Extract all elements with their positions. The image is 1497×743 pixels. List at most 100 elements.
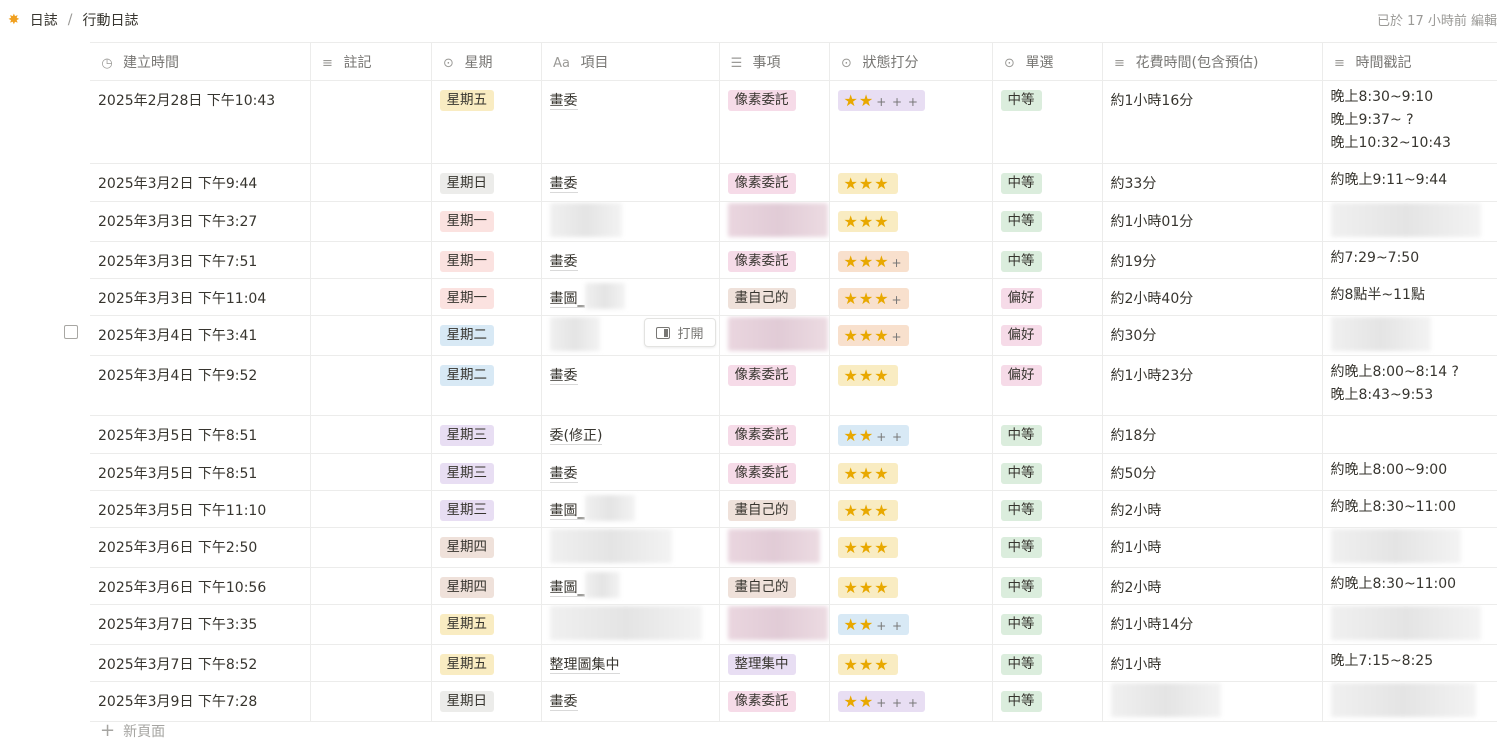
breadcrumb-root[interactable]: 日誌	[30, 10, 58, 30]
cell-matter[interactable]: 整理集中	[719, 644, 830, 682]
cell-spent[interactable]: 約1小時01分	[1102, 201, 1323, 242]
table-row[interactable]: 2025年3月3日 下午11:04 星期一 畫圖_ 畫自己的 ★★★ + 偏好 約2小時40分…	[90, 278, 1497, 316]
cell-item[interactable]: 畫委	[541, 681, 720, 722]
table-row[interactable]: 2025年3月6日 下午10:56 星期四 畫圖_ 畫自己的 ★★★ 中等 約2小時 約晚上8…	[90, 567, 1497, 605]
cell-status[interactable]: ★★ + +	[829, 415, 993, 454]
cell-created[interactable]: 2025年2月28日 下午10:43	[90, 80, 311, 164]
table-row[interactable]: 2025年3月4日 下午3:41 星期二 ★★★ + 偏好 約30分	[90, 315, 1497, 356]
cell-matter[interactable]	[719, 604, 830, 645]
cell-item[interactable]: 委(修正)	[541, 415, 720, 454]
cell-weekday[interactable]: 星期三	[431, 453, 542, 491]
cell-stamp[interactable]: 晚上8:30~9:10 晚上9:37~ ? 晚上10:32~10:43	[1322, 80, 1497, 164]
column-header-spent[interactable]: ≡ 花費時間(包含預估)	[1102, 42, 1323, 81]
cell-weekday[interactable]: 星期三	[431, 490, 542, 528]
table-row[interactable]: 2025年3月6日 下午2:50 星期四 ★★★ 中等 約1小時	[90, 527, 1497, 568]
cell-status[interactable]: ★★★	[829, 355, 993, 416]
cell-stamp[interactable]	[1322, 415, 1497, 454]
cell-matter[interactable]: 像素委託	[719, 681, 830, 722]
cell-status[interactable]: ★★★ +	[829, 241, 993, 279]
cell-spent[interactable]: 約50分	[1102, 453, 1323, 491]
cell-single[interactable]: 中等	[992, 163, 1103, 202]
item-title[interactable]: 畫委	[549, 176, 578, 193]
cell-status[interactable]: ★★★	[829, 567, 993, 605]
cell-weekday[interactable]: 星期五	[431, 604, 542, 645]
column-header-status[interactable]: ⊙ 狀態打分	[829, 42, 993, 81]
row-select-checkbox[interactable]	[64, 325, 78, 339]
cell-status[interactable]: ★★★	[829, 201, 993, 242]
cell-matter[interactable]: 像素委託	[719, 415, 830, 454]
item-title[interactable]: 委(修正)	[549, 428, 603, 445]
item-title[interactable]: 畫圖_	[549, 291, 585, 308]
column-header-stamp[interactable]: ≡ 時間戳記	[1322, 42, 1497, 81]
cell-single[interactable]: 偏好	[992, 315, 1103, 356]
cell-created[interactable]: 2025年3月5日 下午8:51	[90, 415, 311, 454]
cell-stamp[interactable]: 約晚上8:30~11:00	[1322, 490, 1497, 528]
cell-status[interactable]: ★★★	[829, 163, 993, 202]
cell-single[interactable]: 中等	[992, 681, 1103, 722]
cell-stamp[interactable]: 約8點半~11點	[1322, 278, 1497, 316]
cell-notes[interactable]	[310, 241, 432, 279]
item-title[interactable]: 畫委	[549, 466, 578, 483]
item-title[interactable]: 畫委	[549, 254, 578, 271]
table-row[interactable]: 2025年2月28日 下午10:43 星期五 畫委 像素委託 ★★ + + + 中等 約1小時…	[90, 80, 1497, 164]
cell-weekday[interactable]: 星期日	[431, 163, 542, 202]
cell-notes[interactable]	[310, 490, 432, 528]
page-icon[interactable]: ✸	[8, 12, 20, 28]
cell-spent[interactable]	[1102, 681, 1323, 722]
table-row[interactable]: 2025年3月5日 下午8:51 星期三 畫委 像素委託 ★★★ 中等 約50分 約晚上8:0…	[90, 453, 1497, 491]
table-row[interactable]: 2025年3月2日 下午9:44 星期日 畫委 像素委託 ★★★ 中等 約33分 約晚上9:1…	[90, 163, 1497, 202]
cell-stamp[interactable]: 約7:29~7:50	[1322, 241, 1497, 279]
cell-created[interactable]: 2025年3月3日 下午11:04	[90, 278, 311, 316]
cell-weekday[interactable]: 星期一	[431, 201, 542, 242]
cell-notes[interactable]	[310, 80, 432, 164]
cell-created[interactable]: 2025年3月5日 下午8:51	[90, 453, 311, 491]
column-header-single[interactable]: ⊙ 單選	[992, 42, 1103, 81]
cell-created[interactable]: 2025年3月7日 下午3:35	[90, 604, 311, 645]
cell-notes[interactable]	[310, 278, 432, 316]
table-row[interactable]: 2025年3月3日 下午3:27 星期一 ★★★ 中等 約1小時01分	[90, 201, 1497, 242]
cell-single[interactable]: 中等	[992, 567, 1103, 605]
item-title[interactable]: 整理圖集中	[549, 657, 620, 674]
cell-item[interactable]: 整理圖集中	[541, 644, 720, 682]
cell-matter[interactable]: 畫自己的	[719, 567, 830, 605]
cell-stamp[interactable]	[1322, 527, 1497, 568]
cell-stamp[interactable]: 晚上7:15~8:25	[1322, 644, 1497, 682]
cell-stamp[interactable]: 約晚上9:11~9:44	[1322, 163, 1497, 202]
cell-weekday[interactable]: 星期二	[431, 355, 542, 416]
cell-created[interactable]: 2025年3月2日 下午9:44	[90, 163, 311, 202]
cell-item[interactable]: 畫圖_	[541, 567, 720, 605]
column-header-notes[interactable]: ≡ 註記	[310, 42, 432, 81]
cell-spent[interactable]: 約1小時	[1102, 644, 1323, 682]
item-title[interactable]: 畫圖_	[549, 580, 585, 597]
cell-weekday[interactable]: 星期一	[431, 278, 542, 316]
cell-stamp[interactable]: 約晚上8:30~11:00	[1322, 567, 1497, 605]
cell-notes[interactable]	[310, 163, 432, 202]
cell-stamp[interactable]: 約晚上8:00~9:00	[1322, 453, 1497, 491]
cell-weekday[interactable]: 星期五	[431, 80, 542, 164]
cell-status[interactable]: ★★★	[829, 453, 993, 491]
cell-item[interactable]: 畫委	[541, 163, 720, 202]
cell-created[interactable]: 2025年3月9日 下午7:28	[90, 681, 311, 722]
cell-item[interactable]: 畫圖_	[541, 490, 720, 528]
cell-weekday[interactable]: 星期一	[431, 241, 542, 279]
cell-created[interactable]: 2025年3月6日 下午2:50	[90, 527, 311, 568]
cell-item[interactable]: 畫委	[541, 241, 720, 279]
cell-single[interactable]: 中等	[992, 490, 1103, 528]
cell-status[interactable]: ★★★	[829, 527, 993, 568]
cell-status[interactable]: ★★ + +	[829, 604, 993, 645]
cell-notes[interactable]	[310, 453, 432, 491]
cell-notes[interactable]	[310, 527, 432, 568]
cell-matter[interactable]: 畫自己的	[719, 490, 830, 528]
cell-matter[interactable]: 像素委託	[719, 453, 830, 491]
cell-spent[interactable]: 約2小時	[1102, 490, 1323, 528]
cell-weekday[interactable]: 星期四	[431, 527, 542, 568]
cell-single[interactable]: 偏好	[992, 355, 1103, 416]
cell-spent[interactable]: 約33分	[1102, 163, 1323, 202]
cell-stamp[interactable]	[1322, 315, 1497, 356]
cell-notes[interactable]	[310, 201, 432, 242]
cell-single[interactable]: 中等	[992, 453, 1103, 491]
column-header-matter[interactable]: ☰ 事項	[719, 42, 830, 81]
cell-status[interactable]: ★★ + + +	[829, 80, 993, 164]
table-row[interactable]: 2025年3月9日 下午7:28 星期日 畫委 像素委託 ★★ + + + 中等	[90, 681, 1497, 722]
cell-single[interactable]: 中等	[992, 644, 1103, 682]
